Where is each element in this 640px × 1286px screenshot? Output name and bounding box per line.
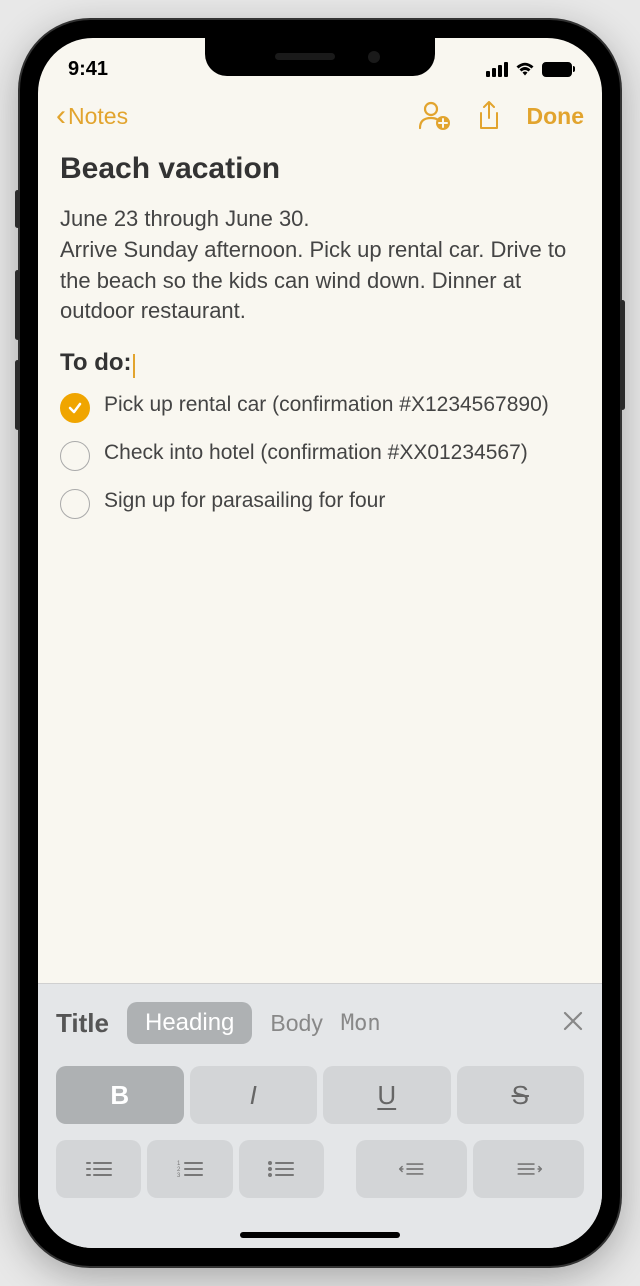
checklist: Pick up rental car (confirmation #X12345… (60, 391, 580, 519)
bulleted-list-button[interactable] (239, 1140, 324, 1198)
checklist-item-text[interactable]: Sign up for parasailing for four (104, 487, 385, 515)
chevron-left-icon: ‹ (56, 99, 66, 133)
back-label: Notes (68, 103, 128, 130)
volume-up-button[interactable] (15, 270, 20, 340)
notch (205, 38, 435, 76)
back-button[interactable]: ‹ Notes (56, 99, 128, 133)
style-heading-button[interactable]: Heading (127, 1002, 252, 1044)
format-toolbar: Title Heading Body Mon B I U S 123 (38, 983, 602, 1248)
status-time: 9:41 (68, 58, 108, 81)
nav-bar: ‹ Notes Done (38, 88, 602, 144)
bold-button[interactable]: B (56, 1066, 184, 1124)
style-mono-button[interactable]: Mon (341, 1011, 381, 1036)
cellular-signal-icon (486, 62, 508, 77)
checklist-item-text[interactable]: Check into hotel (confirmation #XX012345… (104, 439, 528, 467)
todo-heading[interactable]: To do: (60, 349, 132, 377)
list-format-row: 123 (56, 1140, 584, 1198)
outdent-button[interactable] (356, 1140, 467, 1198)
checklist-checkbox[interactable] (60, 441, 90, 471)
text-cursor (133, 354, 135, 378)
svg-text:3: 3 (177, 1173, 181, 1179)
text-format-row: B I U S (56, 1066, 584, 1124)
close-format-button[interactable] (562, 1007, 584, 1039)
underline-button[interactable]: U (323, 1066, 451, 1124)
style-body-button[interactable]: Body (270, 1010, 322, 1037)
wifi-icon (515, 62, 535, 77)
mute-switch[interactable] (15, 190, 20, 228)
power-button[interactable] (620, 300, 625, 410)
battery-icon (542, 62, 572, 77)
checklist-item[interactable]: Sign up for parasailing for four (60, 487, 580, 519)
phone-frame: 9:41 ‹ Notes (20, 20, 620, 1266)
share-button[interactable] (477, 101, 501, 131)
numbered-list-button[interactable]: 123 (147, 1140, 232, 1198)
checklist-item[interactable]: Pick up rental car (confirmation #X12345… (60, 391, 580, 423)
indent-button[interactable] (473, 1140, 584, 1198)
dashed-list-button[interactable] (56, 1140, 141, 1198)
status-right (486, 62, 572, 77)
strikethrough-button[interactable]: S (457, 1066, 585, 1124)
style-title-button[interactable]: Title (56, 1008, 109, 1039)
volume-down-button[interactable] (15, 360, 20, 430)
note-title[interactable]: Beach vacation (60, 152, 580, 186)
checklist-item[interactable]: Check into hotel (confirmation #XX012345… (60, 439, 580, 471)
note-content[interactable]: Beach vacation June 23 through June 30. … (38, 144, 602, 983)
checklist-checkbox[interactable] (60, 393, 90, 423)
home-indicator[interactable] (240, 1232, 400, 1238)
checklist-checkbox[interactable] (60, 489, 90, 519)
add-person-button[interactable] (419, 100, 451, 132)
screen: 9:41 ‹ Notes (38, 38, 602, 1248)
note-body[interactable]: June 23 through June 30. Arrive Sunday a… (60, 204, 580, 327)
done-button[interactable]: Done (527, 103, 585, 130)
italic-button[interactable]: I (190, 1066, 318, 1124)
paragraph-style-row: Title Heading Body Mon (56, 1002, 584, 1044)
checklist-item-text[interactable]: Pick up rental car (confirmation #X12345… (104, 391, 549, 419)
